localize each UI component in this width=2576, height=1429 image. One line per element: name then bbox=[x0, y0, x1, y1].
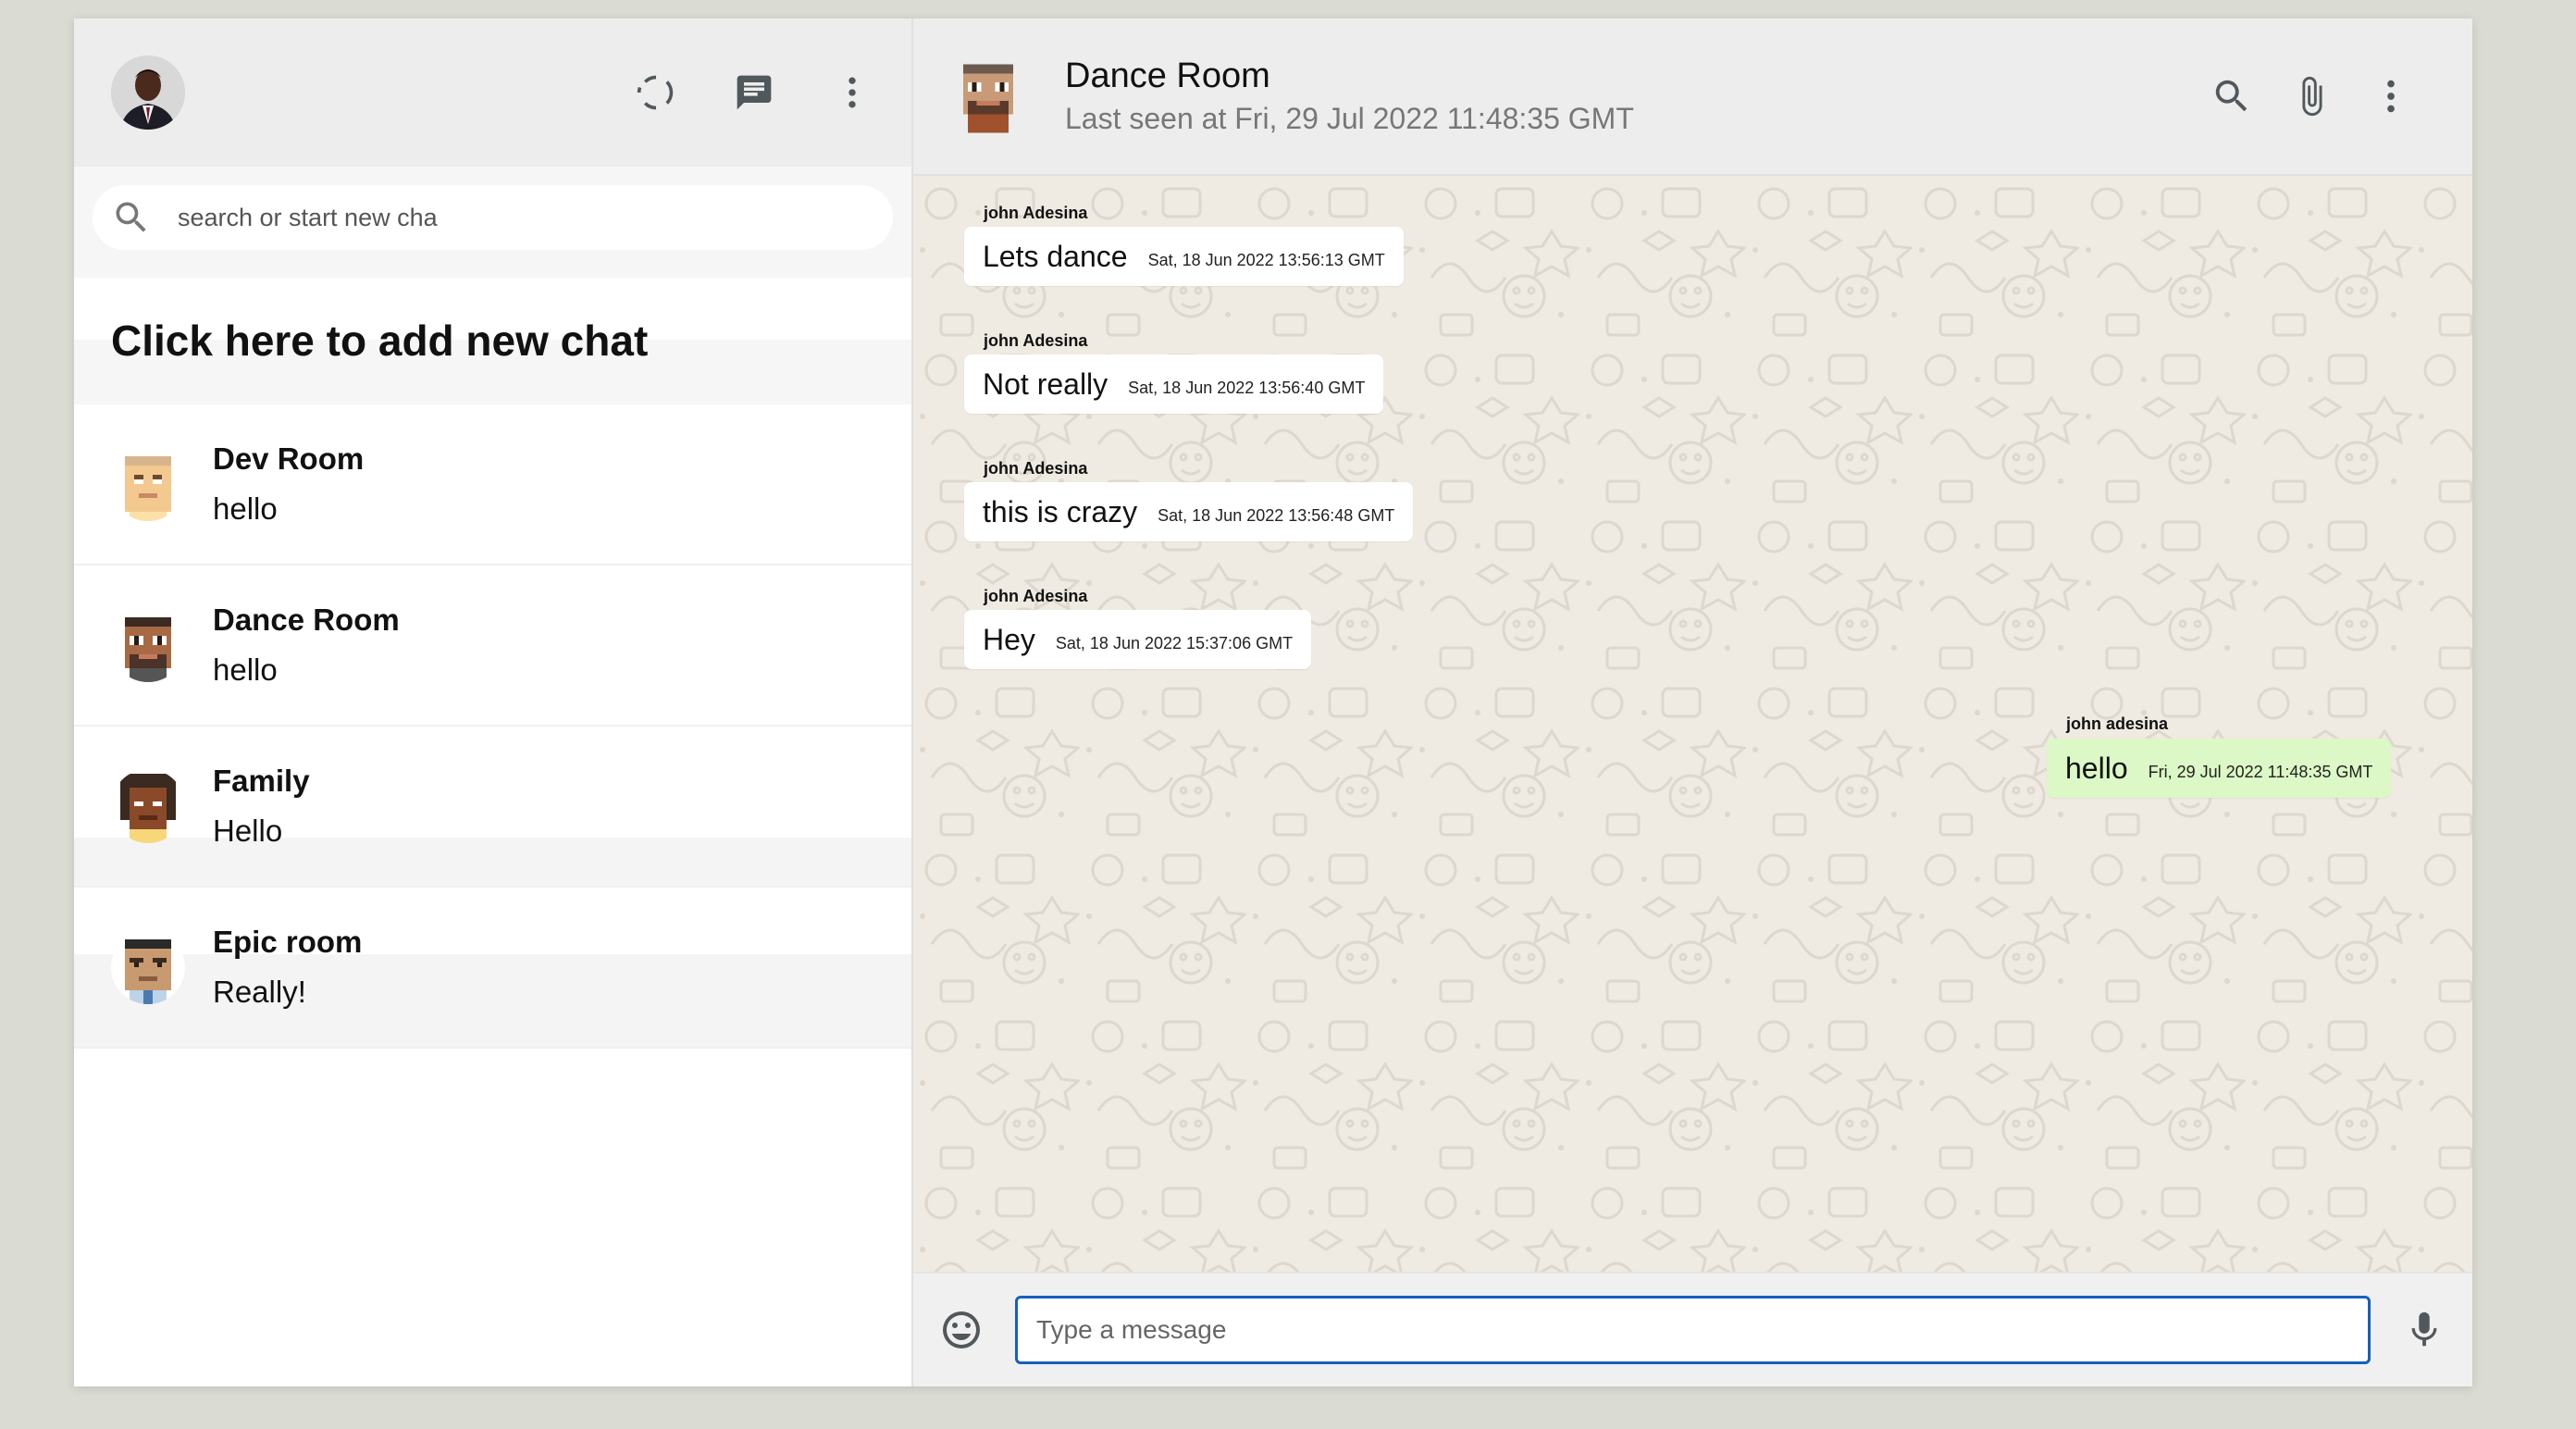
message-timestamp: Sat, 18 Jun 2022 15:37:06 GMT bbox=[1055, 633, 1294, 652]
message-sender: john Adesina bbox=[984, 331, 1088, 350]
message-timestamp: Sat, 18 Jun 2022 13:56:40 GMT bbox=[1128, 378, 1366, 397]
new-chat-button[interactable] bbox=[728, 67, 780, 118]
last-seen-status: Last seen at Fri, 29 Jul 2022 11:48:35 G… bbox=[1065, 102, 1634, 135]
add-new-chat-button[interactable]: Click here to add new chat bbox=[74, 278, 911, 404]
chat-list-item[interactable]: Dev Room hello bbox=[74, 404, 911, 565]
chat-name: Epic room bbox=[213, 925, 363, 959]
user-avatar[interactable] bbox=[111, 56, 185, 130]
chat-name: Dance Room bbox=[213, 603, 400, 637]
message-input[interactable] bbox=[1015, 1296, 2371, 1364]
message-composer bbox=[913, 1272, 2472, 1386]
chat-name: Dev Room bbox=[213, 441, 365, 476]
message-text: hello bbox=[2065, 751, 2128, 785]
chat-panel: Dance Room Last seen at Fri, 29 Jul 2022… bbox=[913, 19, 2472, 1386]
search-icon bbox=[116, 202, 146, 232]
chat-last-message: hello bbox=[213, 491, 278, 526]
sidebar-menu-button[interactable] bbox=[826, 67, 878, 118]
message-text: Lets dance bbox=[983, 239, 1128, 273]
message-list[interactable]: john Adesina Lets dance Sat, 18 Jun 2022… bbox=[913, 176, 2472, 1272]
own-message-bubble[interactable]: hello Fri, 29 Jul 2022 11:48:35 GMT bbox=[2047, 739, 2392, 798]
message-bubble[interactable]: Hey Sat, 18 Jun 2022 15:37:06 GMT bbox=[964, 610, 1312, 669]
chat-list-item[interactable]: Dance Room hello bbox=[74, 565, 911, 727]
voice-message-button[interactable] bbox=[2398, 1304, 2450, 1356]
search-box bbox=[93, 185, 893, 250]
add-new-chat-label: Click here to add new chat bbox=[111, 317, 649, 365]
chat-menu-button[interactable] bbox=[2365, 70, 2417, 122]
app-window: Click here to add new chat Dev Room bbox=[74, 19, 2472, 1386]
message-sender: john adesina bbox=[2066, 714, 2169, 733]
message-sender: john Adesina bbox=[984, 459, 1088, 478]
chat-list-item[interactable]: Family Hello bbox=[74, 727, 911, 888]
message-sender: john Adesina bbox=[984, 204, 1088, 222]
emoji-button[interactable] bbox=[935, 1304, 987, 1356]
chat-last-message: Really! bbox=[213, 975, 306, 1009]
chat-last-message: Hello bbox=[213, 814, 283, 848]
message-bubble[interactable]: Not really Sat, 18 Jun 2022 13:56:40 GMT bbox=[964, 354, 1384, 414]
more-vert-icon bbox=[2387, 80, 2395, 113]
chat-avatar bbox=[111, 769, 185, 843]
room-title: Dance Room bbox=[1065, 56, 1270, 95]
mic-icon bbox=[2411, 1311, 2437, 1347]
search-messages-button[interactable] bbox=[2206, 70, 2258, 122]
sidebar-header bbox=[74, 19, 911, 167]
search-input[interactable] bbox=[178, 203, 733, 232]
attach-button[interactable] bbox=[2285, 70, 2337, 122]
chat-icon bbox=[737, 75, 772, 110]
chat-avatar bbox=[111, 608, 185, 682]
message-bubble[interactable]: this is crazy Sat, 18 Jun 2022 13:56:48 … bbox=[964, 482, 1414, 541]
chat-wallpaper bbox=[913, 176, 2472, 1272]
message-text: Not really bbox=[983, 367, 1108, 401]
message-sender: john Adesina bbox=[984, 587, 1088, 605]
message-text: this is crazy bbox=[983, 494, 1138, 528]
chat-avatar bbox=[111, 930, 185, 1004]
chat-list-item[interactable]: Epic room Really! bbox=[74, 888, 911, 1049]
search-icon bbox=[2215, 80, 2248, 112]
message-text: Hey bbox=[983, 622, 1035, 656]
chat-name: Family bbox=[213, 764, 310, 798]
status-button[interactable] bbox=[630, 67, 682, 118]
room-avatar[interactable] bbox=[954, 59, 1022, 133]
chat-header: Dance Room Last seen at Fri, 29 Jul 2022… bbox=[913, 19, 2472, 176]
message-timestamp: Sat, 18 Jun 2022 13:56:13 GMT bbox=[1147, 250, 1385, 269]
status-icon bbox=[637, 75, 674, 110]
message-timestamp: Fri, 29 Jul 2022 11:48:35 GMT bbox=[2148, 762, 2373, 781]
chat-last-message: hello bbox=[213, 652, 278, 687]
search-bar bbox=[74, 167, 911, 278]
attach-icon bbox=[2302, 76, 2322, 117]
sidebar: Click here to add new chat Dev Room bbox=[74, 19, 913, 1386]
emoji-icon bbox=[943, 1311, 980, 1348]
chat-avatar bbox=[111, 447, 185, 521]
more-vert-icon bbox=[848, 77, 856, 108]
message-bubble[interactable]: Lets dance Sat, 18 Jun 2022 13:56:13 GMT bbox=[964, 227, 1404, 286]
message-timestamp: Sat, 18 Jun 2022 13:56:48 GMT bbox=[1158, 505, 1395, 525]
